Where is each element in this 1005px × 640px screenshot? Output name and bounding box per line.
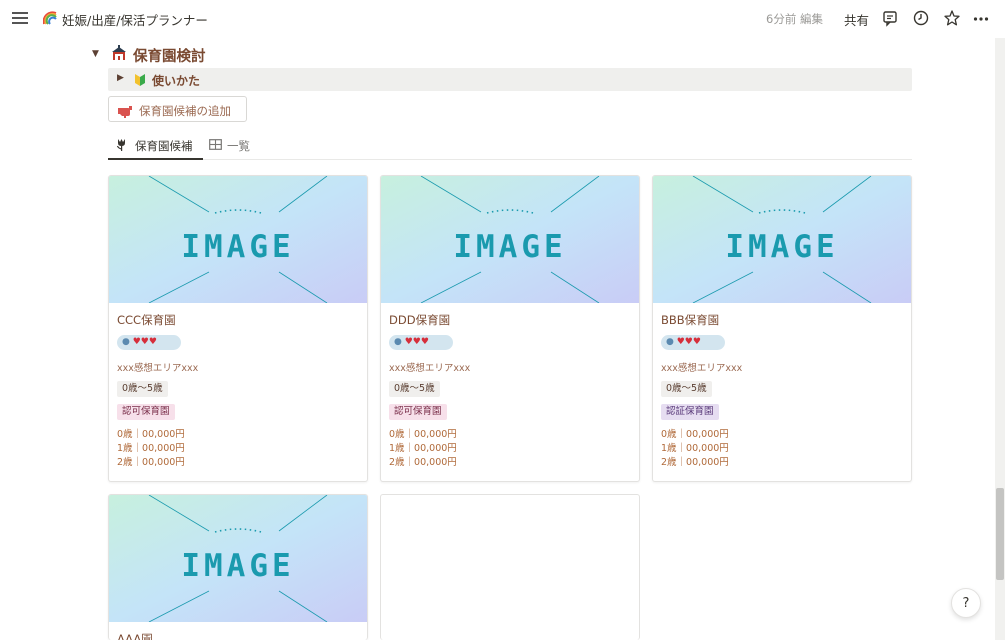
top-bar: 妊娠/出産/保活プランナー 6分前 編集 共有 [0, 0, 1005, 38]
cover-image: IMAGE [109, 176, 367, 303]
section-title[interactable]: 保育園検討 [133, 45, 206, 66]
fee-line: 2歳｜00,000円 [389, 457, 457, 468]
nursery-card[interactable]: IMAGE BBB保育園 ● ♥♥♥ xxx感想エリアxxx 0歳～5歳 認証保… [652, 175, 912, 482]
howto-label: 使いかた [152, 74, 201, 88]
age-range-tag: 0歳～5歳 [117, 381, 168, 397]
svg-text:IMAGE: IMAGE [181, 548, 294, 584]
comment-icon[interactable] [881, 9, 899, 27]
fee-line: 2歳｜00,000円 [661, 457, 729, 468]
add-nursery-label: 保育園候補の追加 [139, 104, 231, 118]
tab-nursery-candidates[interactable]: 保育園候補 [108, 136, 203, 160]
page-title[interactable]: 妊娠/出産/保活プランナー [62, 10, 208, 29]
cover-image: IMAGE [109, 495, 367, 622]
clock-icon[interactable] [912, 9, 930, 27]
rating-text: ● ♥♥♥ [666, 337, 701, 347]
nursery-card[interactable]: IMAGE CCC保育園 ● ♥♥♥ xxx感想エリアxxx 0歳～5歳 認可保… [108, 175, 368, 482]
star-icon[interactable] [943, 9, 961, 27]
new-card-placeholder[interactable] [380, 494, 640, 640]
nursery-card[interactable]: IMAGE AAA園 [108, 494, 368, 640]
tab-list-view[interactable]: 一覧 [209, 136, 269, 160]
fee-line: 0歳｜00,000円 [117, 429, 185, 440]
howto-toggle[interactable]: ▶ 使いかた [108, 68, 912, 91]
menu-icon[interactable] [12, 10, 28, 26]
cover-image: IMAGE [653, 176, 911, 303]
age-range-tag: 0歳～5歳 [661, 381, 712, 397]
nursery-card[interactable]: IMAGE DDD保育園 ● ♥♥♥ xxx感想エリアxxx 0歳～5歳 認可保… [380, 175, 640, 482]
card-title: DDD保育園 [389, 313, 451, 327]
card-title: BBB保育園 [661, 313, 720, 327]
rating-text: ● ♥♥♥ [394, 337, 429, 347]
svg-text:IMAGE: IMAGE [181, 229, 294, 265]
fee-line: 0歳｜00,000円 [661, 429, 729, 440]
howto-arrow-icon[interactable]: ▶ [117, 73, 124, 83]
nursery-icon [110, 45, 128, 61]
rating-text: ● ♥♥♥ [122, 337, 157, 347]
tab-label: 保育園候補 [135, 139, 193, 153]
fee-line: 0歳｜00,000円 [389, 429, 457, 440]
rating-badge: ● ♥♥♥ [117, 335, 181, 350]
section-toggle-arrow[interactable]: ▼ [92, 49, 99, 59]
area-note: xxx感想エリアxxx [389, 363, 471, 374]
rainbow-icon [42, 10, 57, 25]
area-note: xxx感想エリアxxx [661, 363, 743, 374]
help-button[interactable]: ? [951, 588, 981, 618]
facility-type-tag: 認可保育園 [117, 404, 175, 420]
card-title: AAA園 [117, 632, 153, 640]
fee-line: 2歳｜00,000円 [117, 457, 185, 468]
beginner-leaf-icon [134, 72, 146, 86]
fee-line: 1歳｜00,000円 [661, 443, 729, 454]
more-icon[interactable] [972, 9, 990, 27]
share-button[interactable]: 共有 [844, 10, 869, 29]
facility-type-tag: 認証保育園 [661, 404, 719, 420]
tulip-icon [115, 138, 128, 151]
svg-text:IMAGE: IMAGE [453, 229, 566, 265]
pointing-hand-icon [117, 103, 133, 118]
card-title: CCC保育園 [117, 313, 176, 327]
rating-badge: ● ♥♥♥ [661, 335, 725, 350]
area-note: xxx感想エリアxxx [117, 363, 199, 374]
svg-text:IMAGE: IMAGE [725, 229, 838, 265]
age-range-tag: 0歳～5歳 [389, 381, 440, 397]
fee-line: 1歳｜00,000円 [389, 443, 457, 454]
table-icon [209, 138, 222, 151]
rating-badge: ● ♥♥♥ [389, 335, 453, 350]
last-edited-text: 6分前 編集 [766, 12, 823, 26]
add-nursery-button[interactable]: 保育園候補の追加 [108, 96, 247, 122]
facility-type-tag: 認可保育園 [389, 404, 447, 420]
tab-label: 一覧 [227, 139, 250, 153]
cover-image: IMAGE [381, 176, 639, 303]
fee-line: 1歳｜00,000円 [117, 443, 185, 454]
scrollbar-thumb[interactable] [996, 488, 1004, 580]
